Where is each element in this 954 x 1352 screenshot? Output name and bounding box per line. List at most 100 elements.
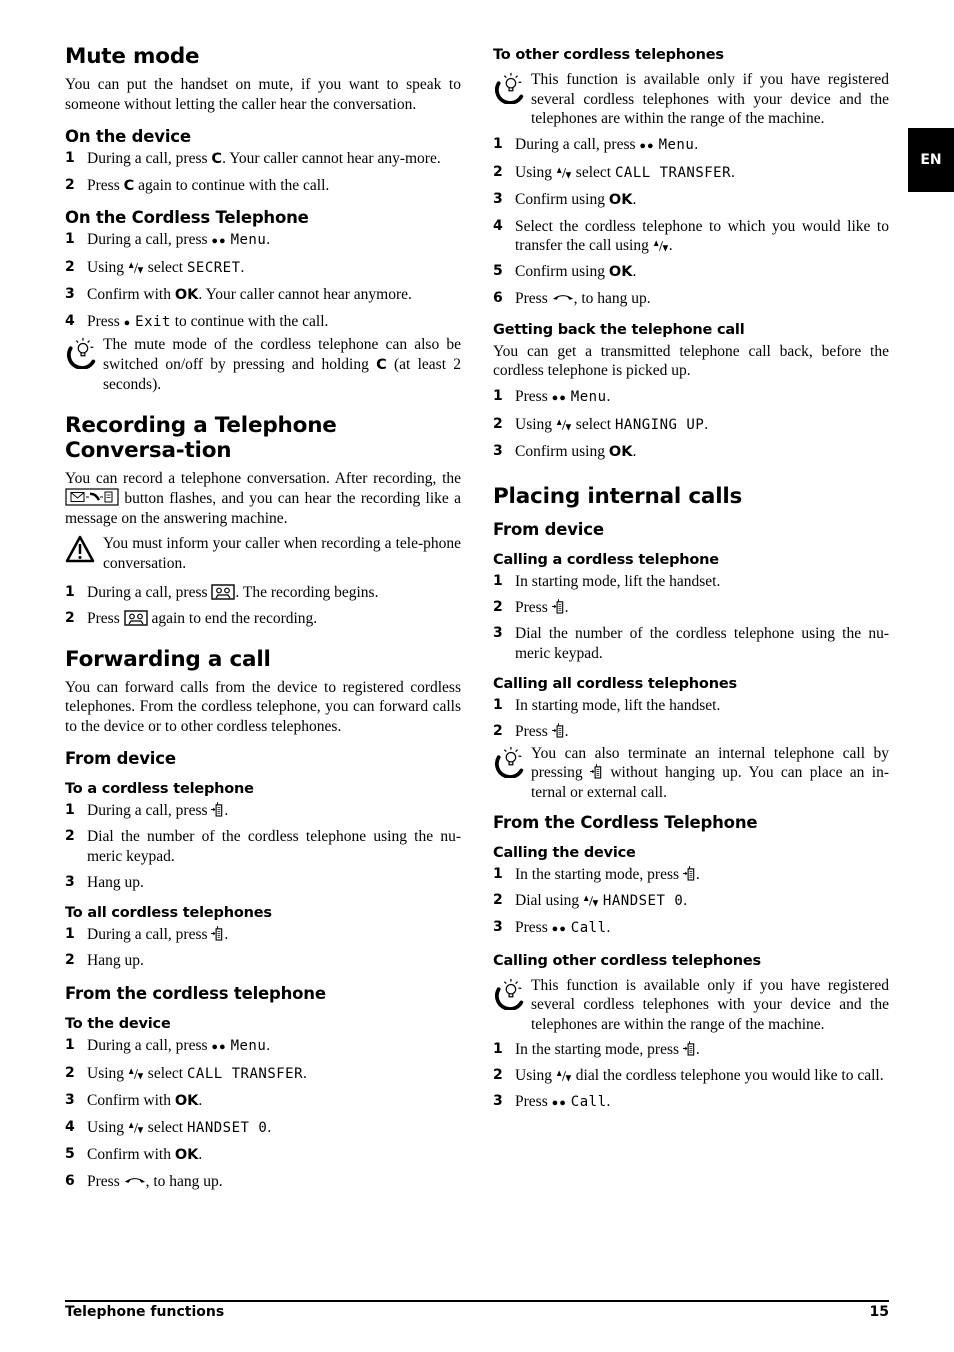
lightbulb-tip-icon: [493, 976, 527, 1010]
tip-note: This function is available only if you h…: [493, 70, 889, 129]
step: 3 Dial the number of the cordless teleph…: [493, 625, 889, 662]
language-label: EN: [920, 152, 942, 168]
forwarding-intro: You can forward calls from the device to…: [65, 678, 461, 735]
key-ok: OK: [608, 443, 633, 460]
display-text: CALL TRANSFER: [186, 1065, 304, 1082]
softkey-dots-icon: ●●: [551, 1097, 567, 1109]
heading-calling-a-cordless-telephone: Calling a cordless telephone: [493, 552, 719, 568]
display-text: HANDSET 0: [186, 1119, 268, 1136]
up-down-arrows-icon: [653, 239, 669, 253]
heading-getting-back-the-call: Getting back the telephone call: [493, 321, 745, 338]
step: 2 Hang up.: [65, 952, 144, 969]
step: 2 Press again to end the recording.: [65, 610, 318, 627]
heading-from-device: From device: [493, 520, 604, 539]
step: 2 Using select HANGING UP.: [493, 415, 709, 433]
key-c: C: [376, 356, 387, 373]
heading-calling-all-cordless-telephones: Calling all cordless telephones: [493, 676, 737, 692]
heading-on-the-device: On the device: [65, 127, 191, 146]
tip-note: The mute mode of the cordless telephone …: [65, 335, 461, 395]
heading-from-device: From device: [65, 749, 176, 768]
display-text: HANGING UP: [614, 416, 705, 433]
step: 1 In the starting mode, press .: [493, 865, 700, 883]
section-title-forwarding: Forwarding a call: [65, 646, 271, 672]
up-down-arrows-icon: [583, 894, 599, 908]
section-title-placing-internal-calls: Placing internal calls: [493, 484, 743, 509]
step: 2 Using select CALL TRANSFER.: [493, 163, 735, 181]
up-down-arrows-icon: [128, 1121, 144, 1135]
section-title-recording: Recording a Telephone Conversa-tion: [65, 412, 337, 463]
step: 1 During a call, press ●● Menu.: [65, 230, 271, 248]
heading-to-a-cordless-telephone: To a cordless telephone: [65, 781, 254, 797]
softkey-dots-icon: ●●: [211, 1040, 227, 1053]
step: 1 During a call, press .: [65, 801, 229, 819]
mute-intro: You can put the handset on mute, if you …: [65, 76, 461, 113]
up-down-arrows-icon: [128, 261, 144, 275]
step: 3 Confirm using OK.: [493, 442, 637, 460]
step: 2 Using select CALL TRANSFER.: [65, 1064, 307, 1082]
intercom-handset-icon: [552, 598, 565, 615]
step: 1 Press ●● Menu.: [493, 387, 611, 405]
message-button-icon: [65, 488, 119, 506]
step: 5 Confirm using OK.: [493, 263, 637, 280]
display-text: HANDSET 0: [602, 893, 684, 909]
step: 2 Using dial the cordless telephone you …: [493, 1067, 884, 1084]
heading-to-the-device: To the device: [65, 1015, 171, 1032]
step: 4 Press ● Exit to continue with the call…: [65, 312, 329, 330]
step: 3 Confirm with OK.: [65, 1091, 203, 1109]
display-text: Exit: [135, 313, 171, 330]
cassette-record-icon: [211, 584, 235, 600]
step: 5 Confirm with OK.: [65, 1145, 203, 1163]
display-text: Menu: [658, 136, 695, 153]
intercom-handset-icon: [552, 722, 565, 739]
key-c: C: [123, 178, 135, 194]
step: 1 During a call, press ●● Menu.: [65, 1036, 271, 1054]
step: 6 Press , to hang up.: [65, 1172, 223, 1190]
getting-back-intro: You can get a transmitted telephone call…: [493, 342, 889, 380]
softkey-dots-icon: ●●: [551, 391, 567, 404]
step: 4 Select the cordless telephone to which…: [493, 217, 889, 255]
up-down-arrows-icon: [556, 418, 572, 432]
intercom-handset-icon: [683, 865, 696, 882]
tip-note: This function is available only if you h…: [493, 976, 889, 1035]
step: 1 In the starting mode, press .: [493, 1040, 700, 1058]
key-c: C: [211, 151, 223, 167]
heading-calling-the-device: Calling the device: [493, 845, 636, 861]
intercom-handset-icon: [683, 1040, 696, 1057]
step: 1 During a call, press .: [65, 926, 229, 943]
hang-up-handset-icon: [552, 292, 574, 302]
page-number: 15: [869, 1304, 889, 1320]
display-text: SECRET: [186, 259, 241, 276]
step: 3 Press ●● Call.: [493, 919, 611, 936]
step: 2 Press .: [493, 722, 569, 740]
key-ok: OK: [608, 264, 633, 280]
softkey-dots-icon: ●●: [211, 234, 227, 247]
key-ok: OK: [174, 286, 199, 303]
cassette-record-icon: [124, 610, 148, 626]
lightbulb-tip-icon: [65, 335, 99, 369]
recording-intro: You can record a telephone conversation.…: [65, 469, 461, 527]
hang-up-handset-icon: [124, 1175, 146, 1185]
heading-to-other-cordless-telephones: To other cordless telephones: [493, 47, 724, 63]
up-down-arrows-icon: [128, 1067, 144, 1081]
key-ok: OK: [608, 191, 633, 208]
step: 2 Dial the number of the cordless teleph…: [65, 828, 461, 865]
warning-note: You must inform your caller when recordi…: [65, 534, 461, 573]
left-column: Mute mode You can put the handset on mut…: [65, 44, 461, 1198]
up-down-arrows-icon: [556, 1069, 572, 1083]
tip-note: You can also terminate an internal telep…: [493, 744, 889, 803]
key-ok: OK: [174, 1146, 199, 1163]
step: 1 In starting mode, lift the handset.: [493, 573, 721, 590]
step: 2 Press .: [493, 598, 569, 616]
intercom-handset-icon: [211, 801, 224, 818]
heading-calling-other-cordless-telephones: Calling other cordless telephones: [493, 952, 761, 969]
step: 2 Dial using HANDSET 0.: [493, 892, 688, 909]
footer-divider: [65, 1300, 889, 1302]
heading-from-the-cordless-telephone: From the cordless telephone: [65, 983, 326, 1003]
intercom-handset-icon: [590, 763, 603, 780]
warning-triangle-icon: [65, 534, 95, 564]
step: 1 During a call, press . The recording b…: [65, 584, 379, 601]
step: 3 Confirm using OK.: [493, 190, 637, 208]
section-title-mute-mode: Mute mode: [65, 44, 200, 69]
step: 4 Using select HANDSET 0.: [65, 1118, 272, 1136]
display-text: Menu: [230, 231, 267, 248]
